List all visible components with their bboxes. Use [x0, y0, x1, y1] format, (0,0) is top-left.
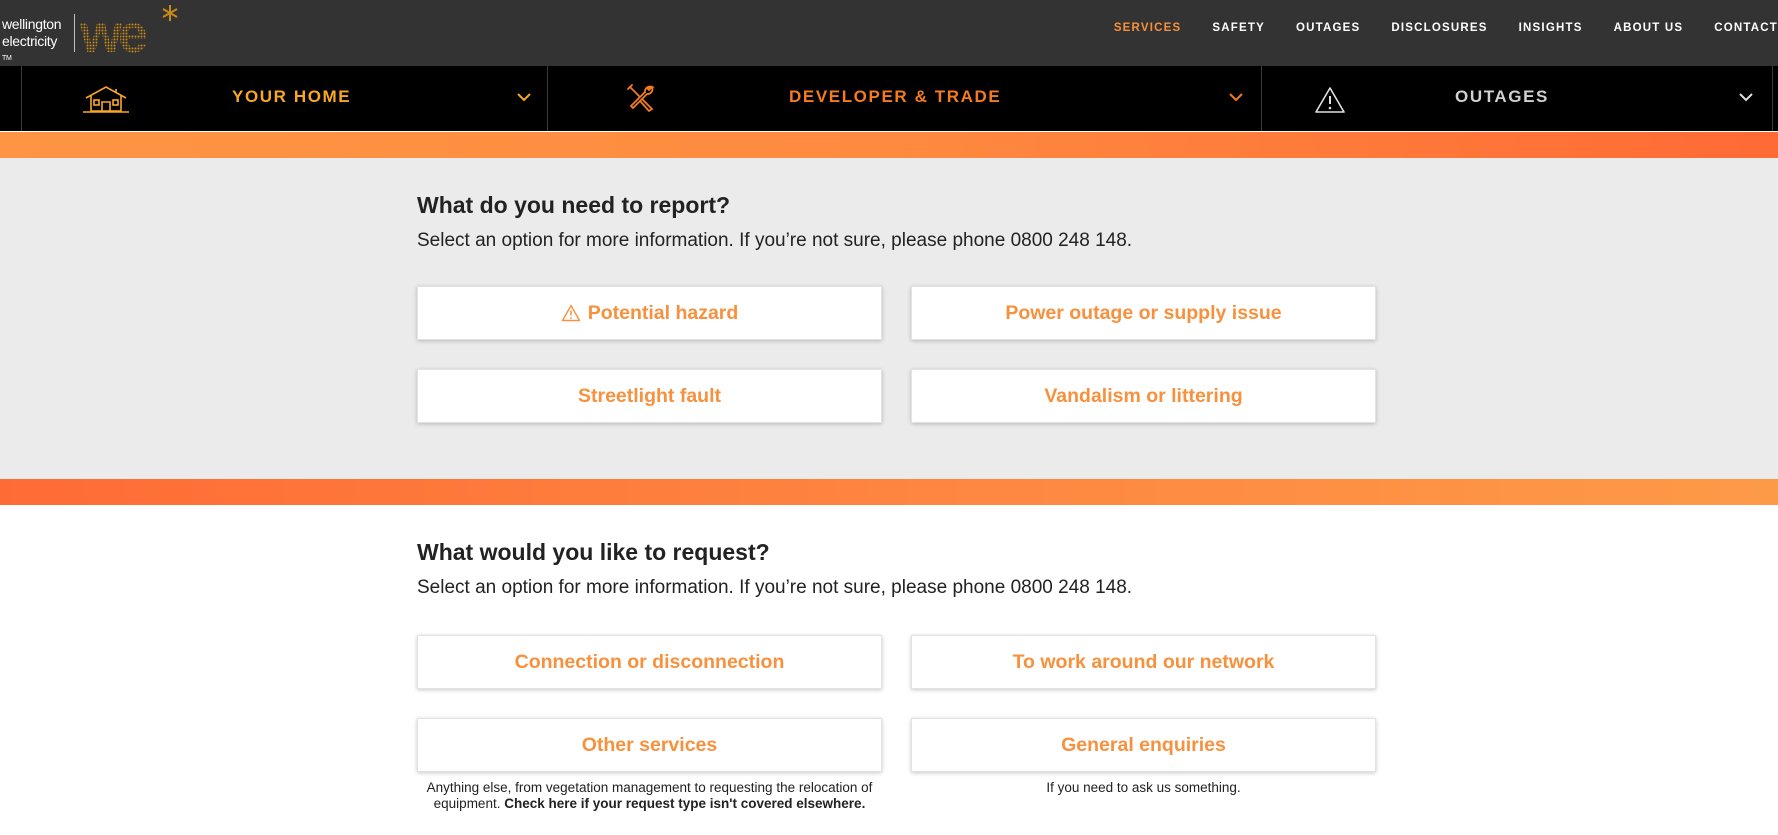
connection-disconnection-button[interactable]: Connection or disconnection	[417, 635, 882, 689]
vandalism-littering-label: Vandalism or littering	[1044, 384, 1243, 407]
chevron-down-icon	[1739, 93, 1753, 102]
report-section: What do you need to report? Select an op…	[0, 158, 1778, 479]
asterisk-icon	[162, 5, 178, 21]
logo-wordmark: wellington electricity TM	[2, 16, 62, 67]
mega-navigation: YOUR HOME DEVELOPER & TRADE OUTAGES	[0, 66, 1778, 131]
work-around-network-button[interactable]: To work around our network	[911, 635, 1376, 689]
wellington-electricity-logo[interactable]: wellington electricity TM we	[0, 0, 200, 66]
mega-nav-divider	[1772, 66, 1773, 131]
topnav-services[interactable]: SERVICES	[1114, 22, 1182, 34]
orange-gradient-band	[0, 479, 1778, 505]
other-services-label: Other services	[581, 733, 718, 756]
streetlight-fault-label: Streetlight fault	[577, 384, 721, 407]
potential-hazard-button[interactable]: Potential hazard	[417, 286, 882, 340]
logo-mark-text: we	[80, 4, 147, 60]
top-navigation: SERVICES SAFETY OUTAGES DISCLOSURES INSI…	[1083, 0, 1778, 56]
report-heading: What do you need to report?	[417, 192, 731, 218]
logo-line-1: wellington	[2, 16, 62, 32]
other-services-description: Anything else, from vegetation managemen…	[417, 780, 882, 812]
topnav-insights[interactable]: INSIGHTS	[1519, 22, 1583, 34]
mega-nav-your-home-label: YOUR HOME	[232, 87, 352, 106]
general-enquiries-description: If you need to ask us something.	[1046, 780, 1241, 795]
other-services-link[interactable]: Check here if your request type isn't co…	[504, 796, 865, 811]
tools-icon	[627, 84, 655, 113]
power-outage-label: Power outage or supply issue	[1005, 301, 1282, 324]
chevron-down-icon	[1229, 93, 1243, 102]
potential-hazard-label: Potential hazard	[587, 301, 739, 324]
logo-trademark: TM	[2, 55, 12, 62]
mega-nav-outages-label: OUTAGES	[1455, 87, 1550, 106]
vandalism-littering-button[interactable]: Vandalism or littering	[911, 369, 1376, 423]
request-section: What would you like to request? Select a…	[0, 505, 1778, 835]
work-around-network-label: To work around our network	[1012, 650, 1275, 673]
orange-gradient-band	[0, 132, 1778, 158]
general-enquiries-label: General enquiries	[1061, 733, 1226, 756]
request-heading: What would you like to request?	[417, 539, 770, 565]
mega-nav-developer-trade[interactable]: DEVELOPER & TRADE	[548, 66, 1261, 131]
we-star-logo-icon: we	[80, 4, 178, 60]
warning-triangle-icon	[1315, 87, 1345, 113]
house-icon	[83, 86, 129, 113]
top-bar: wellington electricity TM we SERVICES SAF…	[0, 0, 1778, 66]
topnav-contact[interactable]: CONTACT	[1714, 22, 1778, 34]
topnav-about-us[interactable]: ABOUT US	[1614, 22, 1684, 34]
mega-nav-outages[interactable]: OUTAGES	[1262, 66, 1772, 131]
request-intro: Select an option for more information. I…	[417, 577, 1133, 598]
topnav-safety[interactable]: SAFETY	[1212, 22, 1265, 34]
report-intro: Select an option for more information. I…	[417, 230, 1133, 251]
connection-disconnection-label: Connection or disconnection	[514, 650, 785, 673]
streetlight-fault-button[interactable]: Streetlight fault	[417, 369, 882, 423]
power-outage-button[interactable]: Power outage or supply issue	[911, 286, 1376, 340]
other-services-button[interactable]: Other services	[417, 718, 882, 772]
topnav-disclosures[interactable]: DISCLOSURES	[1391, 22, 1487, 34]
topnav-outages[interactable]: OUTAGES	[1296, 22, 1360, 34]
logo-divider	[74, 14, 75, 52]
logo-line-2: electricity	[2, 33, 58, 49]
warning-triangle-icon	[561, 304, 581, 322]
mega-nav-your-home[interactable]: YOUR HOME	[22, 66, 547, 131]
mega-nav-developer-trade-label: DEVELOPER & TRADE	[789, 87, 1002, 106]
general-enquiries-button[interactable]: General enquiries	[911, 718, 1376, 772]
chevron-down-icon	[517, 93, 531, 102]
